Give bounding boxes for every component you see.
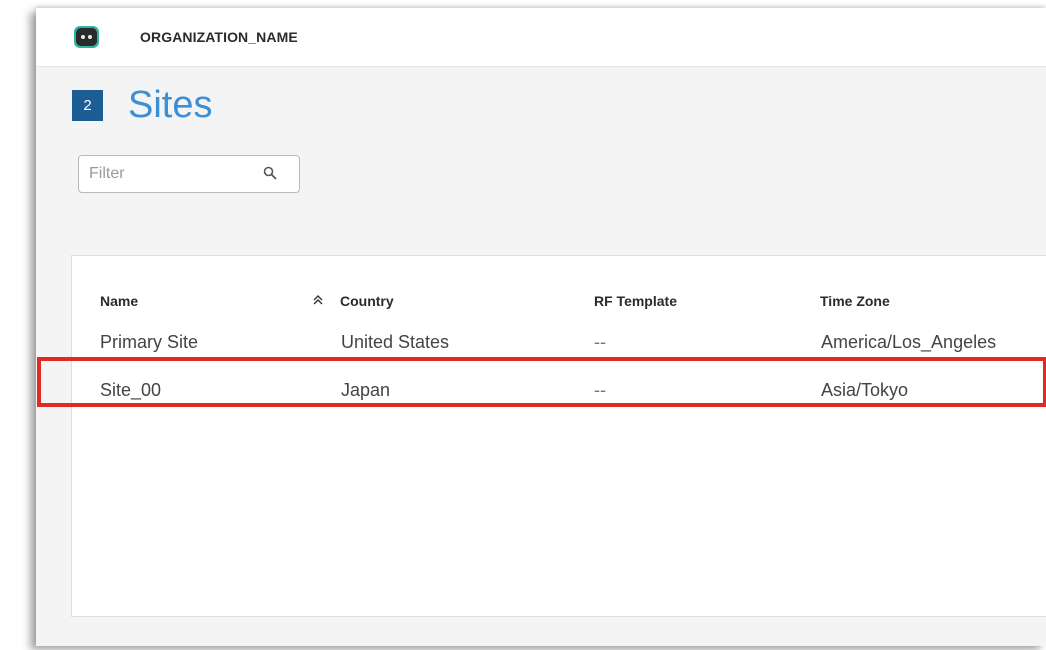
site-count-badge: 2 [72,90,103,121]
cell-time-zone: America/Los_Angeles [821,332,997,352]
app-window: ORGANIZATION_NAME 2 Sites Name Country R… [36,8,1046,646]
sort-ascending-icon[interactable] [312,294,324,306]
logo-eye-right [88,35,92,39]
logo-face [76,28,97,46]
table-row[interactable]: Site_00 Japan -- Asia/Tokyo [72,372,1046,408]
screenshot-stage: ORGANIZATION_NAME 2 Sites Name Country R… [0,0,1046,650]
cell-name: Primary Site [100,332,199,352]
column-header-name[interactable]: Name [100,293,138,309]
sites-table: Name Country RF Template Time Zone Prima… [71,255,1046,617]
cell-time-zone: Asia/Tokyo [821,380,909,400]
cell-country: Japan [341,380,391,400]
column-header-rf-template[interactable]: RF Template [594,293,677,309]
cell-name: Site_00 [100,380,162,400]
organization-name[interactable]: ORGANIZATION_NAME [140,29,298,45]
top-bar: ORGANIZATION_NAME [36,8,1046,67]
logo-eye-left [81,35,85,39]
page-title: Sites [128,84,213,126]
column-header-time-zone[interactable]: Time Zone [820,293,890,309]
column-header-country[interactable]: Country [340,293,394,309]
cell-country: United States [341,332,450,352]
cell-rf-template: -- [594,332,606,352]
filter-input[interactable] [79,156,259,192]
cell-rf-template: -- [594,380,606,400]
table-row[interactable]: Primary Site United States -- America/Lo… [72,324,1046,360]
robot-face-logo-icon[interactable] [74,26,99,48]
filter-field[interactable] [78,155,300,193]
search-icon[interactable] [263,166,277,180]
